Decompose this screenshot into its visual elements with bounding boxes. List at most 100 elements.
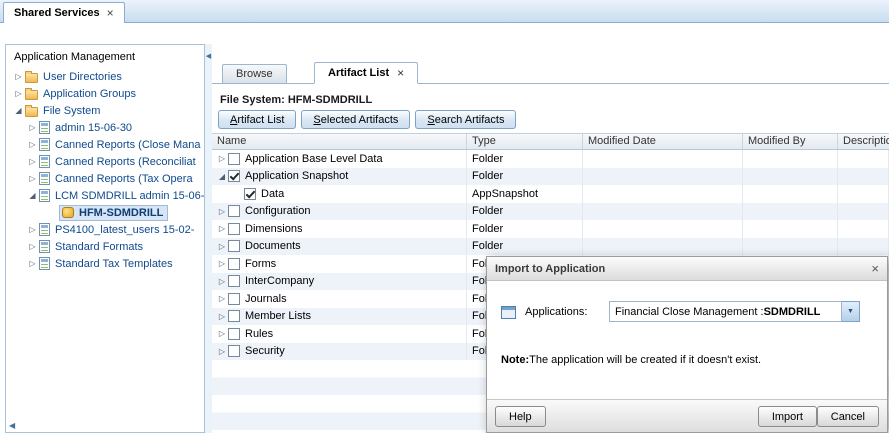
expand-icon[interactable]: ▷ bbox=[216, 312, 228, 321]
report-icon bbox=[39, 138, 50, 151]
table-row-documents[interactable]: ▷ Documents Folder bbox=[212, 237, 889, 255]
artifact-name: Forms bbox=[245, 257, 277, 270]
tree-item-label: Application Groups bbox=[43, 87, 136, 100]
table-row-configuration[interactable]: ▷ Configuration Folder bbox=[212, 202, 889, 220]
column-header-name: Name bbox=[212, 134, 467, 149]
tab-close-icon[interactable]: × bbox=[107, 7, 114, 19]
expand-icon[interactable]: ▷ bbox=[216, 294, 228, 303]
dialog-close-icon[interactable]: × bbox=[871, 261, 879, 276]
expand-icon[interactable]: ▷ bbox=[26, 157, 39, 166]
row-checkbox[interactable] bbox=[228, 310, 240, 323]
scroll-left-icon[interactable]: ◀ bbox=[9, 421, 15, 430]
description-cell bbox=[838, 237, 889, 255]
shared-services-window: Shared Services × Application Management… bbox=[0, 0, 889, 433]
panel-splitter[interactable]: ◀ bbox=[205, 44, 212, 433]
tree-item-lcm-sdmdrill-admin[interactable]: ◢ LCM SDMDRILL admin 15-06- bbox=[6, 187, 204, 204]
applications-dropdown-value[interactable]: Financial Close Management : SDMDRILL bbox=[609, 301, 842, 322]
report-icon bbox=[39, 172, 50, 185]
collapse-icon[interactable]: ◢ bbox=[12, 106, 25, 115]
tree-item-standard-tax-templates[interactable]: ▷ Standard Tax Templates bbox=[6, 255, 204, 272]
applications-dropdown[interactable]: Financial Close Management : SDMDRILL ▼ bbox=[609, 301, 860, 322]
search-artifacts-button[interactable]: Search Artifacts bbox=[415, 110, 517, 129]
expand-icon[interactable]: ▷ bbox=[216, 277, 228, 286]
name-cell: ◢ Application Snapshot bbox=[212, 167, 467, 185]
row-checkbox[interactable] bbox=[228, 222, 240, 235]
row-checkbox[interactable] bbox=[228, 327, 240, 340]
description-cell bbox=[838, 167, 889, 185]
tree-item-standard-formats[interactable]: ▷ Standard Formats bbox=[6, 238, 204, 255]
expand-icon[interactable]: ▷ bbox=[26, 259, 39, 268]
selected-tree-item[interactable]: HFM-SDMDRILL bbox=[59, 204, 169, 221]
tree-item-admin-15-06-30[interactable]: ▷ admin 15-06-30 bbox=[6, 119, 204, 136]
name-cell: ▷ Dimensions bbox=[212, 220, 467, 238]
tab-browse[interactable]: Browse bbox=[222, 64, 287, 84]
tab-close-icon[interactable]: × bbox=[397, 66, 404, 80]
expand-icon[interactable]: ▷ bbox=[26, 140, 39, 149]
row-checkbox[interactable] bbox=[228, 275, 240, 288]
row-checkbox[interactable] bbox=[228, 257, 240, 270]
modified-by-cell bbox=[743, 150, 838, 168]
name-cell: ▷ Configuration bbox=[212, 202, 467, 220]
folder-icon bbox=[25, 87, 38, 100]
tree-item-hfm-sdmdrill[interactable]: HFM-SDMDRILL bbox=[6, 204, 204, 221]
row-checkbox[interactable] bbox=[228, 240, 240, 253]
expand-icon[interactable]: ▷ bbox=[216, 154, 228, 163]
tree-item-canned-reports-tax[interactable]: ▷ Canned Reports (Tax Opera bbox=[6, 170, 204, 187]
artifact-list-button[interactable]: Artifact List bbox=[218, 110, 297, 129]
expand-icon[interactable]: ▷ bbox=[26, 123, 39, 132]
import-to-application-dialog: Import to Application × Applications: Fi… bbox=[486, 256, 888, 433]
table-row-application-base-level-data[interactable]: ▷ Application Base Level Data Folder bbox=[212, 150, 889, 168]
dialog-title-bar[interactable]: Import to Application × bbox=[487, 257, 887, 281]
row-checkbox[interactable] bbox=[228, 345, 240, 358]
tree-item-application-groups[interactable]: ▷ Application Groups bbox=[6, 85, 204, 102]
expand-icon[interactable]: ▷ bbox=[216, 347, 228, 356]
expand-icon[interactable]: ▷ bbox=[26, 225, 39, 234]
cancel-button[interactable]: Cancel bbox=[816, 406, 879, 427]
tree-item-user-directories[interactable]: ▷ User Directories bbox=[6, 68, 204, 85]
artifact-list-button-label: Artifact List bbox=[230, 113, 285, 126]
expand-icon[interactable]: ▷ bbox=[216, 329, 228, 338]
application-management-panel: Application Management ▷ User Directorie… bbox=[5, 44, 205, 433]
modified-date-cell bbox=[583, 185, 743, 203]
expand-icon[interactable]: ▷ bbox=[26, 174, 39, 183]
dialog-note: Note:The application will be created if … bbox=[501, 354, 877, 366]
modified-date-cell bbox=[583, 150, 743, 168]
expand-icon[interactable]: ▷ bbox=[216, 259, 228, 268]
table-row-data[interactable]: Data AppSnapshot bbox=[212, 185, 889, 203]
row-checkbox[interactable] bbox=[244, 187, 256, 200]
tab-artifact-list[interactable]: Artifact List × bbox=[314, 62, 419, 84]
modified-date-cell bbox=[583, 202, 743, 220]
selected-artifacts-button[interactable]: Selected Artifacts bbox=[301, 110, 411, 129]
chevron-down-icon[interactable]: ▼ bbox=[842, 301, 860, 322]
table-row-application-snapshot[interactable]: ◢ Application Snapshot Folder bbox=[212, 167, 889, 185]
tree-item-canned-reports-close[interactable]: ▷ Canned Reports (Close Mana bbox=[6, 136, 204, 153]
tree-item-file-system[interactable]: ◢ File System bbox=[6, 102, 204, 119]
collapse-icon[interactable]: ◢ bbox=[26, 191, 39, 200]
expand-icon[interactable]: ▷ bbox=[216, 224, 228, 233]
expand-icon[interactable]: ▷ bbox=[216, 207, 228, 216]
expand-icon[interactable]: ▷ bbox=[12, 89, 25, 98]
modified-by-cell bbox=[743, 185, 838, 203]
tree-item-canned-reports-reconciliation[interactable]: ▷ Canned Reports (Reconciliat bbox=[6, 153, 204, 170]
help-button[interactable]: Help bbox=[495, 406, 546, 427]
row-checkbox[interactable] bbox=[228, 205, 240, 218]
modified-by-cell bbox=[743, 237, 838, 255]
row-checkbox[interactable] bbox=[228, 292, 240, 305]
collapse-panel-icon[interactable]: ◀ bbox=[205, 52, 212, 60]
tree-item-ps4100-latest-users[interactable]: ▷ PS4100_latest_users 15-02- bbox=[6, 221, 204, 238]
expand-icon[interactable]: ▷ bbox=[12, 72, 25, 81]
tab-shared-services[interactable]: Shared Services × bbox=[3, 2, 125, 23]
table-row-dimensions[interactable]: ▷ Dimensions Folder bbox=[212, 220, 889, 238]
expand-icon[interactable]: ▷ bbox=[26, 242, 39, 251]
search-artifacts-button-label: Search Artifacts bbox=[427, 113, 505, 126]
artifact-name: InterCompany bbox=[245, 275, 315, 288]
expand-icon[interactable]: ▷ bbox=[216, 242, 228, 251]
column-header-modified-by: Modified By bbox=[743, 134, 838, 149]
report-icon bbox=[39, 155, 50, 168]
row-checkbox[interactable] bbox=[228, 170, 240, 183]
row-checkbox[interactable] bbox=[228, 152, 240, 165]
collapse-icon[interactable]: ◢ bbox=[216, 172, 228, 181]
name-cell: ▷ Documents bbox=[212, 237, 467, 255]
artifact-type: AppSnapshot bbox=[467, 185, 583, 203]
import-button[interactable]: Import bbox=[757, 406, 817, 427]
